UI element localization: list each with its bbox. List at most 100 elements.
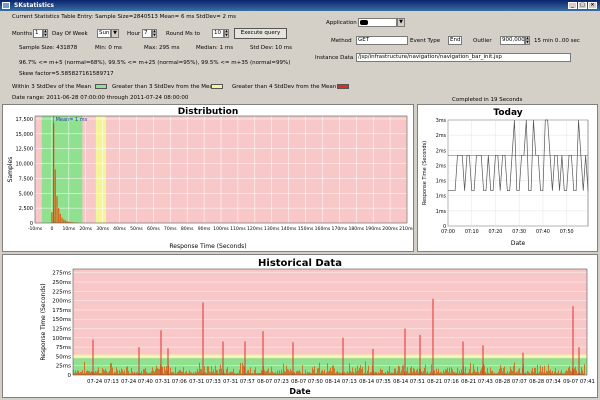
distribution-bar <box>54 169 56 223</box>
x-tick-label: 07:30 <box>512 229 526 235</box>
y-tick-label: 12,500 <box>16 147 34 153</box>
x-tick-label: 110ms <box>230 226 246 232</box>
x-tick-label: 07:00 <box>441 229 455 235</box>
x-tick-label: 08-21 07:43 <box>461 379 493 385</box>
minimize-button[interactable]: _ <box>568 2 577 9</box>
x-tick-label: 150ms <box>298 226 314 232</box>
historical-chart: Historical Data 0 25ms 50ms 75ms 100ms 125ms 15… <box>40 258 595 396</box>
application-label: Application <box>326 20 357 26</box>
y-tick-label: 2ms <box>436 133 447 139</box>
y-tick-label: 125ms <box>52 327 71 333</box>
x-tick-label: 20ms <box>79 226 92 232</box>
round-label: Round Ms to <box>166 31 201 37</box>
plot-area <box>447 119 589 227</box>
distribution-bar <box>56 196 58 223</box>
x-tick-label: 200ms <box>382 226 398 232</box>
x-tick-label: 130ms <box>264 226 280 232</box>
x-tick-label: 07:50 <box>560 229 574 235</box>
legend-gt4-label: Greater than 4 StdDev from the Mean <box>232 84 337 90</box>
event-type-field[interactable]: End <box>448 36 462 45</box>
x-tick-label: 07:40 <box>536 229 550 235</box>
x-tick-label: 80ms <box>181 226 194 232</box>
stddev-value: Std Dev: 10 ms <box>250 45 293 51</box>
x-tick-label: 40ms <box>113 226 126 232</box>
y-tick-label: 15,000 <box>16 132 34 138</box>
y-tick-label: 50ms <box>56 354 71 360</box>
close-button[interactable]: × <box>588 2 597 9</box>
title-bar: SKstatistics _ □ × <box>0 0 600 11</box>
y-tick-label: 225ms <box>52 289 71 295</box>
y-tick-label: 2,500 <box>19 206 33 212</box>
application-select[interactable] <box>358 18 397 27</box>
x-tick-label: 08-14 07:35 <box>359 379 391 385</box>
x-tick-label: 50ms <box>130 226 143 232</box>
dow-dropdown-icon[interactable]: ▼ <box>111 29 119 38</box>
distribution-chart: Distribution 0 2,500 5,000 7,500 10,000 12,500… <box>7 107 415 250</box>
x-tick-label: 08-28 07:34 <box>529 379 561 385</box>
round-input[interactable]: 10 <box>212 29 224 38</box>
x-tick-label: 08-07 07:23 <box>257 379 289 385</box>
outlier-label: Outlier <box>473 38 492 44</box>
today-xlabel: Date <box>511 240 526 247</box>
outlier-spinner[interactable]: ▲ ▼ <box>525 36 530 45</box>
today-panel: Today 0 1ms 1ms 1ms 2ms 2ms 2ms 3ms 07:00 07:10 07:… <box>417 104 598 252</box>
method-label: Method <box>331 38 352 44</box>
x-tick-label: 140ms <box>281 226 297 232</box>
y-tick-label: 75ms <box>56 345 71 351</box>
hour-spinner[interactable]: ▲ ▼ <box>152 29 157 38</box>
historical-ylabel: Response Time (Seconds) <box>40 283 47 360</box>
event-type-label: Event Type <box>410 38 441 44</box>
y-tick-label: 275ms <box>52 271 71 277</box>
date-range: Date range: 2011-06-28 07:00:00 through … <box>12 95 189 101</box>
max-value: Max: 295 ms <box>144 45 180 51</box>
x-tick-label: 60ms <box>147 226 160 232</box>
today-chart: Today01ms1ms1ms2ms2ms2ms3ms07:00 07:10 07:… <box>422 108 589 247</box>
x-tick-label: 0 <box>50 226 53 232</box>
x-tick-label: 08-28 07:07 <box>495 379 527 385</box>
historical-panel: Historical Data 0 25ms 50ms 75ms 100ms 125ms 15… <box>2 254 598 398</box>
x-tick-label: 07:20 <box>489 229 503 235</box>
method-field[interactable]: GET <box>356 36 408 45</box>
today-ylabel: Response Time (Seconds) <box>422 141 428 205</box>
x-tick-label: 210ms <box>399 226 413 232</box>
x-tick-label: 10ms <box>62 226 75 232</box>
x-tick-label: 07-24 07:40 <box>121 379 153 385</box>
x-tick-label: 70ms <box>164 226 177 232</box>
x-tick-label: 08-14 07:51 <box>393 379 425 385</box>
x-tick-label: 180ms <box>348 226 364 232</box>
legend-gt4-swatch <box>337 84 349 89</box>
y-tick-label: 0 <box>68 373 72 379</box>
y-tick-label: 3ms <box>436 118 447 124</box>
maximize-button[interactable]: □ <box>578 2 587 9</box>
y-tick-label: 1ms <box>436 179 447 185</box>
dow-label: Day Of Week <box>52 31 88 37</box>
application-dropdown-icon[interactable]: ▼ <box>397 18 405 27</box>
round-spinner[interactable]: ▲ ▼ <box>224 29 229 38</box>
outlier-unit: 15 min 0..00 sec <box>534 38 580 44</box>
execute-query-button[interactable]: Execute query <box>234 28 287 39</box>
historical-title: Historical Data <box>258 258 342 269</box>
instance-data-field[interactable]: /jsp/infrastructure/navigation/navigatio… <box>356 53 571 62</box>
min-value: Min: 0 ms <box>95 45 122 51</box>
x-tick-label: 30ms <box>96 226 109 232</box>
sample-size: Sample Size: 431878 <box>19 45 78 51</box>
x-tick-label: 07-31 07:06 <box>155 379 187 385</box>
distribution-bar <box>57 208 60 223</box>
skew-factor: Skew factor=5.585827161589717 <box>19 71 114 77</box>
dow-select[interactable]: Sun <box>97 29 111 38</box>
x-tick-label: 90ms <box>198 226 211 232</box>
x-tick-label: 07-31 07:33 <box>189 379 221 385</box>
y-tick-label: 5,000 <box>19 191 33 197</box>
x-tick-label: 120ms <box>247 226 263 232</box>
x-tick-label: 09-07 07:41 <box>563 379 595 385</box>
zone-gt3 <box>95 116 107 223</box>
x-tick-label: 08-07 07:50 <box>291 379 323 385</box>
months-spinner[interactable]: ▲ ▼ <box>43 29 48 38</box>
distribution-bar <box>51 212 53 223</box>
months-input[interactable]: 1 <box>33 29 43 38</box>
completed-label: Completed in 19 Seconds <box>452 97 523 103</box>
hour-input[interactable]: 7 <box>142 29 152 38</box>
outlier-input[interactable]: 900,000 <box>500 36 525 45</box>
median-value: Median: 1 ms <box>196 45 234 51</box>
legend-gt3-label: Greater than 3 StdDev from the Mean <box>112 84 217 90</box>
